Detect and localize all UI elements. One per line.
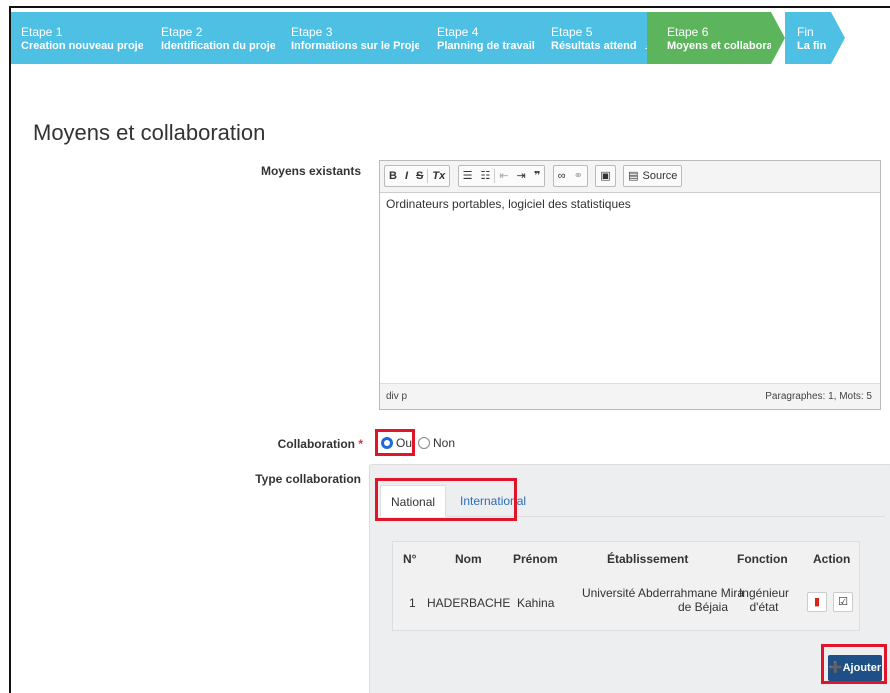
wizard-step-4[interactable]: Etape 4 Planning de travail bbox=[419, 12, 541, 64]
highlight-tabs bbox=[375, 478, 517, 521]
wizard-arrow bbox=[771, 12, 785, 64]
image-group: ▣ bbox=[595, 165, 616, 187]
editor-content[interactable]: Ordinateurs portables, logiciel des stat… bbox=[380, 193, 880, 383]
link-group: ∞ ⚭ bbox=[552, 165, 588, 187]
editor-toolbar: B I S Tx ☰ ☷ ⇤ ⇥ ❞ ∞ ⚭ ▣ ▤ Source bbox=[380, 161, 880, 193]
moyens-label: Moyens existants bbox=[260, 164, 361, 178]
image-icon[interactable]: ▣ bbox=[596, 166, 614, 186]
cell-n: 1 bbox=[409, 596, 416, 610]
editor-stats: Paragraphes: 1, Mots: 5 bbox=[765, 391, 872, 402]
edit-icon[interactable]: ☑ bbox=[833, 592, 853, 612]
collaboration-label: Collaboration * bbox=[277, 437, 363, 451]
strike-button[interactable]: S bbox=[412, 166, 427, 186]
outdent-icon[interactable]: ⇤ bbox=[495, 166, 512, 186]
bold-button[interactable]: B bbox=[385, 166, 401, 186]
wizard-step-6-active[interactable]: Etape 6 Moyens et collaboration bbox=[647, 12, 793, 64]
col-header-nom: Nom bbox=[455, 552, 482, 566]
wizard-step-fin[interactable]: Fin La fin bbox=[785, 12, 831, 64]
cell-fonction: Ingénieur d'état bbox=[738, 586, 790, 614]
link-icon[interactable]: ∞ bbox=[554, 166, 570, 186]
remove-format-button[interactable]: Tx bbox=[428, 166, 449, 186]
format-group: B I S Tx bbox=[384, 165, 451, 187]
col-header-n: N° bbox=[403, 552, 417, 566]
wizard-step-2[interactable]: Etape 2 Identification du projet bbox=[143, 12, 280, 64]
required-mark: * bbox=[358, 437, 363, 451]
col-header-fonction: Fonction bbox=[737, 552, 788, 566]
trash-icon[interactable]: ▮ bbox=[807, 592, 827, 612]
indent-icon[interactable]: ⇥ bbox=[513, 166, 530, 186]
col-header-prenom: Prénom bbox=[513, 552, 558, 566]
bullet-list-icon[interactable]: ☷ bbox=[477, 166, 495, 186]
highlight-oui bbox=[375, 429, 415, 456]
type-collaboration-label: Type collaboration bbox=[255, 472, 361, 486]
cell-nom: HADERBACHE bbox=[427, 596, 511, 610]
page-title: Moyens et collaboration bbox=[33, 120, 266, 145]
unlink-icon[interactable]: ⚭ bbox=[570, 166, 587, 186]
wizard-step-1[interactable]: Etape 1 Creation nouveau projet bbox=[11, 12, 148, 64]
col-header-etablissement: Établissement bbox=[607, 552, 689, 566]
col-header-action: Action bbox=[813, 552, 851, 566]
cell-etablissement: Université Abderrahmane Mira de Béjaia bbox=[581, 586, 745, 614]
radio-unchecked-icon[interactable] bbox=[418, 437, 430, 449]
wizard-steps: Etape 1 Creation nouveau projet Etape 2 … bbox=[11, 8, 890, 68]
editor-path: div p bbox=[386, 391, 408, 402]
source-group: ▤ Source bbox=[623, 165, 683, 187]
wizard-arrow bbox=[831, 12, 845, 64]
numbered-list-icon[interactable]: ☰ bbox=[459, 166, 477, 186]
blockquote-icon[interactable]: ❞ bbox=[530, 166, 544, 186]
source-icon: ▤ bbox=[628, 170, 639, 182]
source-button[interactable]: Source bbox=[643, 166, 682, 186]
cell-prenom: Kahina bbox=[517, 596, 555, 610]
radio-non[interactable]: Non bbox=[418, 436, 455, 450]
wizard-step-5[interactable]: Etape 5 Résultats attendus bbox=[541, 12, 649, 64]
rich-text-editor: B I S Tx ☰ ☷ ⇤ ⇥ ❞ ∞ ⚭ ▣ ▤ Source Ordina… bbox=[379, 160, 881, 410]
italic-button[interactable]: I bbox=[401, 166, 412, 186]
page-frame: Etape 1 Creation nouveau projet Etape 2 … bbox=[9, 6, 890, 693]
collaborators-table: N° Nom Prénom Établissement Fonction Act… bbox=[392, 541, 860, 631]
highlight-ajouter bbox=[821, 644, 887, 684]
editor-footer: div p Paragraphes: 1, Mots: 5 bbox=[380, 383, 880, 409]
list-group: ☰ ☷ ⇤ ⇥ ❞ bbox=[457, 165, 546, 187]
wizard-step-3[interactable]: Etape 3 Informations sur le Projet bbox=[275, 12, 424, 64]
